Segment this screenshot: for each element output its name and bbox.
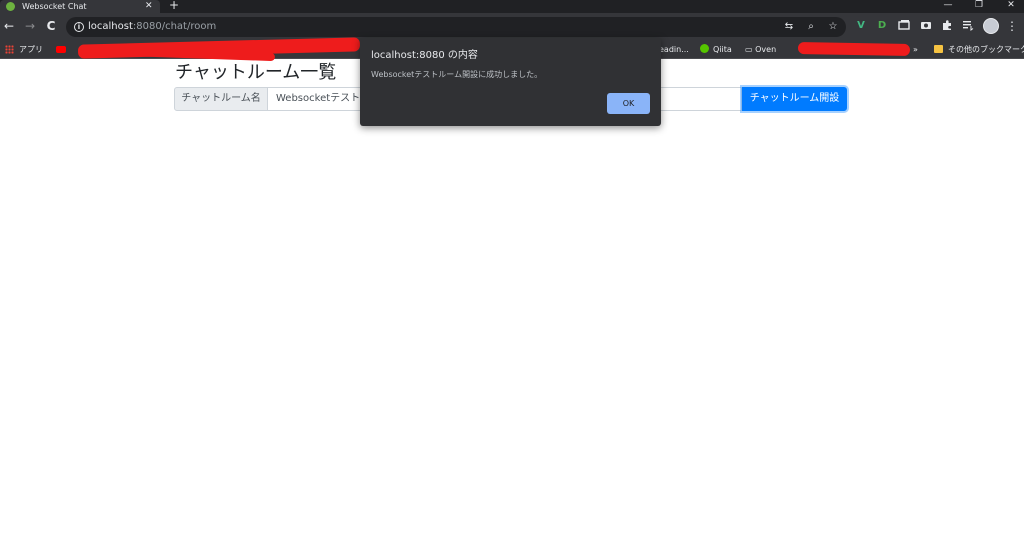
room-name-label: チャットルーム名 [174, 87, 268, 111]
alert-message: Websocketテストルーム開設に成功しました。 [371, 70, 543, 79]
bookmark-qiita-label: Qiita [713, 45, 732, 54]
browser-menu-icon[interactable]: ⋮ [1006, 13, 1018, 40]
site-info-icon[interactable]: i [74, 22, 84, 32]
puzzle-extensions-icon[interactable] [940, 19, 954, 33]
alert-ok-button[interactable]: OK [607, 93, 650, 114]
minimize-icon[interactable]: — [938, 0, 958, 11]
bookmark-other-label: その他のブックマーク [948, 45, 1024, 54]
bookmark-other[interactable]: その他のブックマーク [934, 40, 1024, 59]
qiita-icon [700, 44, 709, 53]
profile-avatar[interactable] [983, 18, 999, 34]
bookmark-overflow[interactable]: » [913, 40, 918, 59]
new-tab-button[interactable]: + [169, 0, 179, 12]
tab-strip: Websocket Chat ✕ + — ❐ ✕ [0, 0, 1024, 13]
restore-icon[interactable]: ❐ [969, 0, 989, 11]
tab-websocket-chat[interactable]: Websocket Chat ✕ [0, 0, 160, 13]
tab-close-icon[interactable]: ✕ [145, 0, 153, 13]
alert-title: localhost:8080 の内容 [371, 50, 478, 61]
bookmark-apps[interactable]: アプリ [19, 40, 43, 59]
zoom-icon[interactable]: ⌕ [804, 17, 818, 37]
alert-dialog: localhost:8080 の内容 Websocketテストルーム開設に成功し… [360, 38, 661, 126]
translate-icon[interactable]: ⇆ [782, 17, 796, 37]
address-bar[interactable]: i localhost:8080/chat/room ⇆ ⌕ ☆ [66, 17, 846, 37]
forward-icon[interactable]: → [23, 13, 37, 40]
window-extension-icon[interactable] [897, 19, 911, 33]
folder-icon [934, 45, 943, 53]
youtube-icon[interactable] [56, 46, 66, 53]
extension-d-icon[interactable]: D [875, 19, 889, 33]
bookmark-star-icon[interactable]: ☆ [826, 17, 840, 37]
page-title: チャットルーム一覧 [175, 62, 337, 83]
oven-icon: ▭ [745, 45, 756, 54]
back-icon[interactable]: ← [2, 13, 16, 40]
bookmark-qiita[interactable]: Qiita [700, 40, 732, 59]
browser-toolbar: ← → C i localhost:8080/chat/room ⇆ ⌕ ☆ V… [0, 13, 1024, 40]
create-room-button[interactable]: チャットルーム開設 [742, 87, 847, 111]
reading-list-icon[interactable] [961, 19, 975, 33]
tab-title: Websocket Chat [22, 2, 87, 11]
window-close-icon[interactable]: ✕ [1001, 0, 1021, 11]
vue-devtools-icon[interactable]: V [854, 19, 868, 33]
spring-leaf-icon [6, 2, 15, 11]
camera-icon[interactable] [919, 19, 933, 33]
url-path: :8080/chat/room [132, 21, 217, 32]
reload-icon[interactable]: C [44, 13, 58, 40]
bookmark-oven-label: Oven [755, 45, 777, 54]
apps-grid-icon[interactable] [5, 45, 14, 54]
url-text[interactable]: localhost:8080/chat/room [88, 17, 216, 37]
bookmark-oven[interactable]: ▭ Oven [745, 40, 776, 59]
url-host: localhost [88, 21, 133, 32]
redaction-scribble [797, 42, 911, 56]
bookmark-reading[interactable]: eadin... [659, 40, 689, 59]
